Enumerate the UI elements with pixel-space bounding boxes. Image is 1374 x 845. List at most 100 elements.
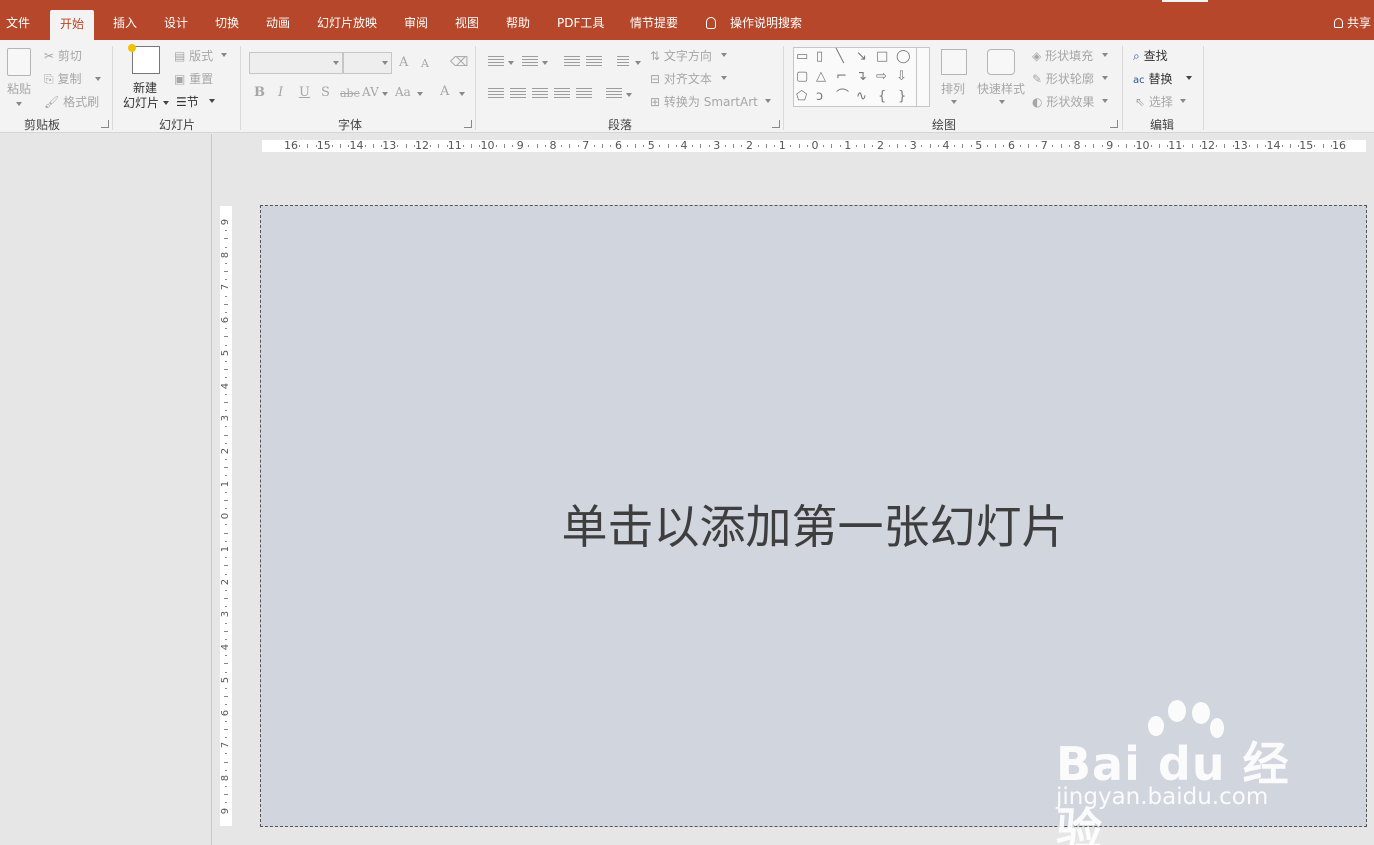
line-spacing-dropdown-icon[interactable] <box>635 61 641 65</box>
arrange-label[interactable]: 排列 <box>941 80 965 97</box>
quick-styles-icon[interactable] <box>987 49 1015 75</box>
rounded-rect-shape-icon[interactable]: ▢ <box>796 70 808 84</box>
replace-dropdown-icon[interactable] <box>1186 76 1192 80</box>
arrange-dropdown-icon[interactable] <box>951 100 957 104</box>
rectangle-shape-icon[interactable]: □ <box>876 50 888 64</box>
change-case-button[interactable]: Aa <box>395 85 411 99</box>
columns-dropdown-icon[interactable] <box>626 93 632 97</box>
horizontal-ruler[interactable]: 16 15 14 13 12 11 10 9 8 7 6 5 4 3 2 1 0 1 2 3 4 5 6 7 8 9 10 11 12 1… <box>262 140 1366 152</box>
clear-formatting-icon[interactable]: ⌫ <box>450 55 468 70</box>
strikethrough-button[interactable]: abc <box>340 87 360 100</box>
curve-shape-icon[interactable]: ∿ <box>856 90 867 104</box>
tab-file[interactable]: 文件 <box>6 0 30 40</box>
tell-me-search[interactable]: 操作说明搜索 <box>706 0 802 40</box>
copy-dropdown-icon[interactable] <box>95 77 101 81</box>
section-dropdown-icon[interactable] <box>209 99 215 103</box>
font-name-box[interactable] <box>249 52 343 74</box>
columns-icon[interactable] <box>606 88 622 100</box>
cut-button[interactable]: ✂ 剪切 <box>44 47 82 64</box>
line-shape-icon[interactable]: ╲ <box>836 50 844 64</box>
down-arrow-shape-icon[interactable]: ⇩ <box>896 70 907 84</box>
underline-button[interactable]: U <box>299 85 310 100</box>
numbering-icon[interactable] <box>522 56 538 68</box>
text-direction-dropdown-icon[interactable] <box>721 53 727 57</box>
reset-button[interactable]: ▣ 重置 <box>174 70 213 87</box>
select-dropdown-icon[interactable] <box>1180 99 1186 103</box>
bullets-icon[interactable] <box>488 56 504 68</box>
shadow-button[interactable]: S <box>321 85 330 100</box>
quick-styles-dropdown-icon[interactable] <box>999 100 1005 104</box>
shape-effects-button[interactable]: ◐ 形状效果 <box>1032 93 1094 110</box>
char-spacing-dropdown-icon[interactable] <box>382 92 388 96</box>
increase-indent-icon[interactable] <box>586 56 602 68</box>
paste-dropdown-icon[interactable] <box>16 102 22 106</box>
font-size-dropdown-icon[interactable] <box>382 61 388 65</box>
align-right-icon[interactable] <box>532 88 548 100</box>
layout-dropdown-icon[interactable] <box>221 53 227 57</box>
shapes-gallery[interactable]: ▭ ▯ ╲ ↘ □ ◯ ▢ △ ⌐ ↴ ⇨ ⇩ ⬠ ↄ ⌒ ∿ { } <box>793 47 930 107</box>
grow-font-button[interactable]: A <box>399 55 408 70</box>
share-button[interactable]: 共享 <box>1334 0 1371 40</box>
arrow-line-shape-icon[interactable]: ↘ <box>856 50 867 64</box>
paragraph-launcher-icon[interactable] <box>772 120 780 128</box>
section-button[interactable]: ☰节 <box>176 93 199 110</box>
align-left-icon[interactable] <box>488 88 504 100</box>
change-case-dropdown-icon[interactable] <box>417 92 423 96</box>
line-spacing-icon[interactable] <box>617 56 629 68</box>
elbow-connector-shape-icon[interactable]: ⌐ <box>836 70 847 84</box>
shape-fill-button[interactable]: ◈ 形状填充 <box>1032 47 1093 64</box>
distributed-icon[interactable] <box>576 88 592 100</box>
triangle-shape-icon[interactable]: △ <box>816 70 826 84</box>
oval-shape-icon[interactable]: ◯ <box>896 50 911 64</box>
smartart-button[interactable]: ⊞ 转换为 SmartArt <box>650 93 758 110</box>
tab-transitions[interactable]: 切换 <box>215 0 239 40</box>
font-name-dropdown-icon[interactable] <box>333 61 339 65</box>
tab-design[interactable]: 设计 <box>164 0 188 40</box>
smartart-dropdown-icon[interactable] <box>765 99 771 103</box>
textbox-shape-icon[interactable]: ▭ <box>796 50 808 64</box>
shape-outline-button[interactable]: ✎ 形状轮廓 <box>1032 70 1094 87</box>
add-first-slide-placeholder[interactable]: 单击以添加第一张幻灯片 <box>261 491 1368 557</box>
elbow-arrow-shape-icon[interactable]: ↴ <box>856 70 867 84</box>
shape-outline-dropdown-icon[interactable] <box>1102 76 1108 80</box>
font-color-button[interactable]: A <box>440 84 449 99</box>
italic-button[interactable]: I <box>278 85 283 100</box>
right-brace-shape-icon[interactable]: } <box>898 90 906 104</box>
scribble-shape-icon[interactable]: ↄ <box>816 90 823 104</box>
copy-button[interactable]: ⎘ 复制 <box>44 70 81 87</box>
select-button[interactable]: ⇖ 选择 <box>1135 93 1173 110</box>
tab-review[interactable]: 审阅 <box>404 0 428 40</box>
find-button[interactable]: ⌕ 查找 <box>1133 47 1168 64</box>
shrink-font-button[interactable]: A <box>421 57 429 70</box>
align-text-button[interactable]: ⊟ 对齐文本 <box>650 70 712 87</box>
paste-label[interactable]: 粘贴 <box>7 80 31 97</box>
arrange-icon[interactable] <box>941 49 967 75</box>
tab-slideshow[interactable]: 幻灯片放映 <box>317 0 377 40</box>
format-painter-button[interactable]: 🖌 格式刷 <box>44 93 99 110</box>
font-color-dropdown-icon[interactable] <box>459 92 465 96</box>
tab-pdf-tools[interactable]: PDF工具 <box>557 0 604 40</box>
replace-button[interactable]: ac 替换 <box>1133 70 1172 87</box>
new-slide-dropdown-icon[interactable] <box>163 101 169 105</box>
vertical-ruler[interactable]: 9 8 7 6 5 4 3 2 1 0 1 2 3 4 5 6 7 8 9 <box>220 206 232 826</box>
tab-home[interactable]: 开始 <box>50 10 95 40</box>
tab-insert[interactable]: 插入 <box>113 0 137 40</box>
arc-shape-icon[interactable]: ⌒ <box>836 90 849 104</box>
shapes-scroll[interactable] <box>916 47 930 107</box>
align-center-icon[interactable] <box>510 88 526 100</box>
bold-button[interactable]: B <box>254 85 265 100</box>
left-brace-shape-icon[interactable]: { <box>878 90 886 104</box>
drawing-launcher-icon[interactable] <box>1110 120 1118 128</box>
new-slide-label-2[interactable]: 幻灯片 <box>123 94 159 111</box>
quick-styles-label[interactable]: 快速样式 <box>977 80 1025 97</box>
tab-view[interactable]: 视图 <box>455 0 479 40</box>
layout-button[interactable]: ▤ 版式 <box>174 47 213 64</box>
shape-effects-dropdown-icon[interactable] <box>1102 99 1108 103</box>
font-launcher-icon[interactable] <box>464 120 472 128</box>
slide-thumbnail-pane[interactable] <box>0 134 212 845</box>
align-text-dropdown-icon[interactable] <box>721 76 727 80</box>
clipboard-launcher-icon[interactable] <box>101 120 109 128</box>
bullets-dropdown-icon[interactable] <box>508 61 514 65</box>
tab-help[interactable]: 帮助 <box>506 0 530 40</box>
text-direction-button[interactable]: ⇅ 文字方向 <box>650 47 712 64</box>
